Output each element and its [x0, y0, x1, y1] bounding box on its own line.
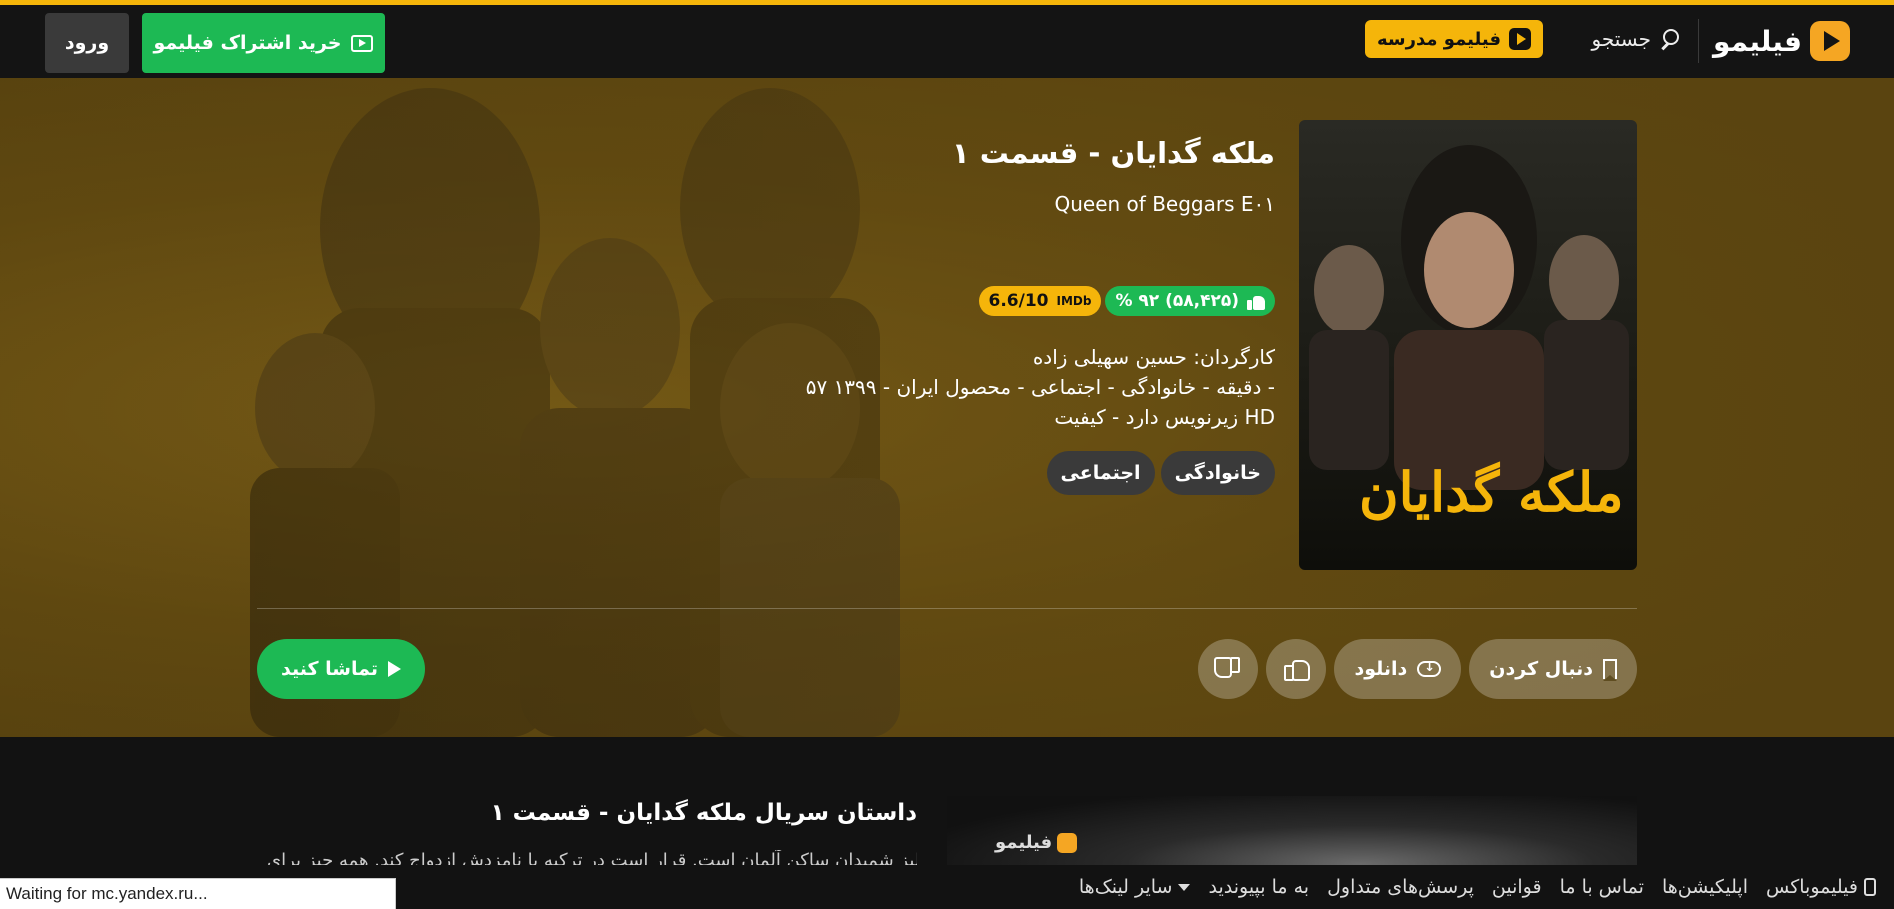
footer-more-label: سایر لینک‌ها [1078, 876, 1173, 898]
genre-tags: خانوادگی اجتماعی [1046, 451, 1275, 495]
imdb-badge: IMDb 6.6/10 [978, 286, 1102, 316]
video-logo-icon [1057, 832, 1078, 853]
dislike-button[interactable] [1198, 639, 1259, 699]
login-label: ورود [64, 32, 110, 54]
director-line: کارگردان: حسین سهیلی زاده [1032, 345, 1275, 369]
buy-label: خرید اشتراک فیلیمو [153, 32, 342, 54]
follow-label: دنبال کردن [1489, 658, 1593, 680]
episode-subtitle: Queen of Beggars E۰۱ [1054, 192, 1276, 216]
rating-row: (۵۸,۴۲۵) ۹۲ % IMDb 6.6/10 [978, 286, 1275, 316]
follow-button[interactable]: دنبال کردن [1469, 639, 1637, 699]
school-play-icon [1509, 28, 1531, 50]
play-logo-icon [1810, 21, 1850, 61]
login-button[interactable]: ورود [45, 13, 129, 73]
subscription-icon [351, 34, 374, 52]
like-button[interactable] [1266, 639, 1327, 699]
footer-rules[interactable]: قوانین [1492, 876, 1542, 898]
thumb-up-icon [1284, 657, 1311, 681]
like-badge: (۵۸,۴۲۵) ۹۲ % [1105, 286, 1275, 316]
tag-social[interactable]: اجتماعی [1046, 451, 1155, 495]
bookmark-icon [1603, 659, 1617, 681]
thumb-down-icon [1216, 657, 1240, 681]
action-buttons: دنبال کردن دانلود [1198, 639, 1637, 699]
footer-filimobox[interactable]: فیلیموباکس [1766, 876, 1876, 898]
tag-family[interactable]: خانوادگی [1160, 451, 1275, 495]
buy-subscription-button[interactable]: خرید اشتراک فیلیمو [142, 13, 385, 73]
site-logo[interactable]: فیلیمو [1713, 19, 1850, 63]
search-button[interactable]: جستجو [1592, 27, 1679, 51]
like-value: (۵۸,۴۲۵) ۹۲ % [1115, 291, 1239, 311]
footer-apps[interactable]: اپلیکیشن‌ها [1662, 876, 1748, 898]
browser-status-bar: Waiting for mc.yandex.ru... [0, 878, 396, 909]
episode-meta: کارگردان: حسین سهیلی زاده ۵۷ دقیقه - خان… [806, 342, 1275, 432]
school-label: فیلیمو مدرسه [1377, 28, 1501, 50]
logo-text: فیلیمو [1713, 24, 1802, 58]
quality-line: زیرنویس دارد - کیفیت HD [1054, 405, 1275, 429]
series-poster: ملکه گدایان [1299, 120, 1637, 570]
footer-more-links[interactable]: سایر لینک‌ها [1079, 876, 1191, 898]
info-line: ۵۷ دقیقه - خانوادگی - اجتماعی - محصول ای… [805, 375, 1275, 399]
play-icon [388, 661, 401, 677]
imdb-value: 6.6/10 [988, 291, 1049, 311]
video-logo-text: فیلیمو [995, 832, 1053, 853]
search-icon [1659, 29, 1679, 49]
footer-contact[interactable]: تماس با ما [1560, 876, 1644, 898]
watch-button[interactable]: تماشا کنید [257, 639, 425, 699]
chevron-down-icon [1178, 883, 1191, 891]
cloud-download-icon [1417, 660, 1442, 677]
story-title: داستان سریال ملکه گدایان - قسمت ۱ [490, 800, 917, 826]
footer-join[interactable]: به ما بپیوندید [1208, 876, 1309, 898]
hero-section: ملکه گدایان ملکه گدایان - قسمت ۱ Queen o… [0, 78, 1894, 737]
phone-icon [1864, 878, 1876, 896]
filimo-school-button[interactable]: فیلیمو مدرسه [1365, 20, 1543, 58]
episode-title: ملکه گدایان - قسمت ۱ [951, 136, 1275, 170]
footer-faq[interactable]: پرسش‌های متداول [1327, 876, 1474, 898]
watch-label: تماشا کنید [281, 658, 378, 680]
footer-filimobox-label: فیلیموباکس [1766, 876, 1858, 898]
download-label: دانلود [1354, 658, 1408, 680]
imdb-logo: IMDb [1056, 294, 1092, 308]
thumb-up-icon [1247, 292, 1265, 310]
poster-title: ملکه گدایان [1359, 460, 1624, 524]
header-divider [1698, 19, 1699, 63]
site-header: فیلیمو جستجو فیلیمو مدرسه خرید اشتراک فی… [0, 5, 1894, 78]
hero-divider [257, 608, 1637, 609]
video-logo: فیلیمو [995, 832, 1078, 853]
download-button[interactable]: دانلود [1334, 639, 1462, 699]
search-label: جستجو [1591, 27, 1651, 51]
